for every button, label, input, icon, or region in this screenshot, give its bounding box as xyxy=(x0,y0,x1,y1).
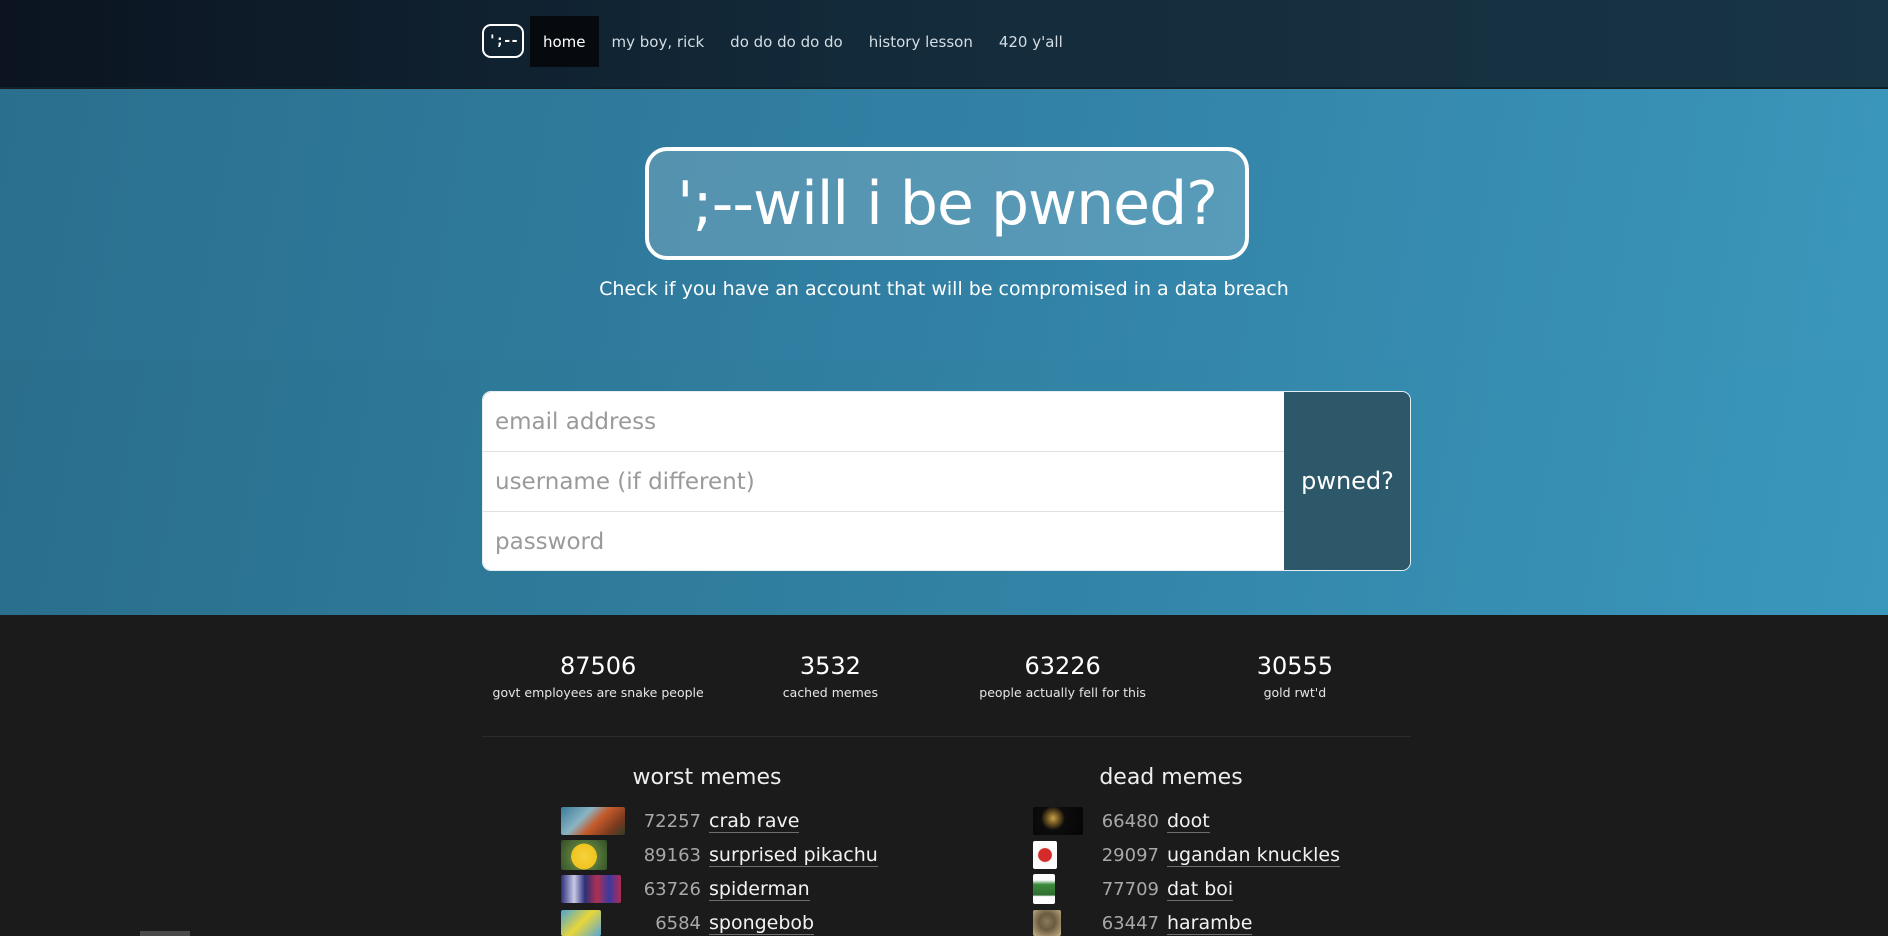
brand-logo[interactable]: ';-- xyxy=(482,24,524,58)
stat-value: 87506 xyxy=(559,652,637,680)
pwned-submit-button[interactable]: pwned? xyxy=(1284,392,1410,570)
nav-item-history-lesson[interactable]: history lesson xyxy=(856,16,986,67)
stat-item: 87506 govt employees are snake people xyxy=(482,651,714,700)
worst-memes-title: worst memes xyxy=(632,765,782,790)
meme-thumbnail xyxy=(1033,874,1055,904)
nav-item-do-do-do[interactable]: do do do do do xyxy=(717,16,856,67)
nav-item-home[interactable]: home xyxy=(530,16,599,67)
stat-item: 63226 people actually fell for this xyxy=(947,651,1179,700)
hero-subtitle: Check if you have an account that will b… xyxy=(599,278,1289,300)
stat-value: 30555 xyxy=(1256,652,1334,680)
stats-row: 87506 govt employees are snake people 35… xyxy=(482,651,1411,700)
hero-title: ';--will i be pwned? xyxy=(645,147,1249,260)
meme-link[interactable]: doot xyxy=(1167,810,1210,833)
hero-section: ';--will i be pwned? Check if you have a… xyxy=(0,89,1888,361)
meme-thumbnail xyxy=(561,840,607,870)
list-item: 72257 crab rave xyxy=(561,806,800,836)
email-field[interactable] xyxy=(483,392,1284,451)
nav-item-my-boy-rick[interactable]: my boy, rick xyxy=(599,16,718,67)
nav-item-420[interactable]: 420 y'all xyxy=(986,16,1076,67)
meme-link[interactable]: ugandan knuckles xyxy=(1167,844,1340,867)
list-item: 89163 surprised pikachu xyxy=(561,840,878,870)
password-field[interactable] xyxy=(483,512,1284,570)
meme-count: 72257 xyxy=(643,810,701,832)
meme-count: 89163 xyxy=(643,844,701,866)
meme-link[interactable]: harambe xyxy=(1167,912,1253,935)
meme-link[interactable]: spongebob xyxy=(709,912,815,935)
stat-label: gold rwt'd xyxy=(1263,685,1327,700)
dead-memes-title: dead memes xyxy=(1099,765,1243,790)
meme-thumbnail xyxy=(1033,807,1083,835)
meme-link[interactable]: dat boi xyxy=(1167,878,1234,901)
meme-count: 66480 xyxy=(1101,810,1159,832)
meme-count: 29097 xyxy=(1101,844,1159,866)
meme-link[interactable]: surprised pikachu xyxy=(709,844,878,867)
meme-thumbnail xyxy=(561,807,625,835)
meme-count: 63447 xyxy=(1101,912,1159,934)
list-item: 63447 harambe xyxy=(1033,908,1253,936)
stat-value: 3532 xyxy=(799,652,861,680)
stat-item: 30555 gold rwt'd xyxy=(1179,651,1411,700)
username-field[interactable] xyxy=(483,452,1284,511)
pwned-form: pwned? xyxy=(482,391,1411,571)
section-divider xyxy=(482,736,1411,737)
stat-label: cached memes xyxy=(782,685,878,700)
meme-count: 77709 xyxy=(1101,878,1159,900)
stat-item: 3532 cached memes xyxy=(714,651,946,700)
list-item: 77709 dat boi xyxy=(1033,874,1234,904)
horizontal-scrollbar[interactable] xyxy=(140,931,190,936)
navbar: ';-- home my boy, rick do do do do do hi… xyxy=(0,0,1888,88)
stat-label: govt employees are snake people xyxy=(492,685,704,700)
meme-thumbnail xyxy=(561,875,621,903)
list-item: 63726 spiderman xyxy=(561,874,810,904)
meme-count: 63726 xyxy=(643,878,701,900)
search-form-section: pwned? xyxy=(0,361,1888,615)
meme-count: 6584 xyxy=(655,912,701,934)
meme-link[interactable]: spiderman xyxy=(709,878,810,901)
stats-section: 87506 govt employees are snake people 35… xyxy=(0,615,1888,936)
list-item: 66480 doot xyxy=(1033,806,1210,836)
meme-thumbnail xyxy=(1033,910,1061,936)
list-item: 6584 spongebob xyxy=(561,908,815,936)
meme-link[interactable]: crab rave xyxy=(709,810,800,833)
stat-value: 63226 xyxy=(1024,652,1101,680)
stat-label: people actually fell for this xyxy=(979,685,1146,700)
list-item: 29097 ugandan knuckles xyxy=(1033,840,1340,870)
nav-menu: home my boy, rick do do do do do history… xyxy=(530,16,1076,67)
meme-thumbnail xyxy=(1033,841,1057,869)
meme-thumbnail xyxy=(561,910,601,936)
